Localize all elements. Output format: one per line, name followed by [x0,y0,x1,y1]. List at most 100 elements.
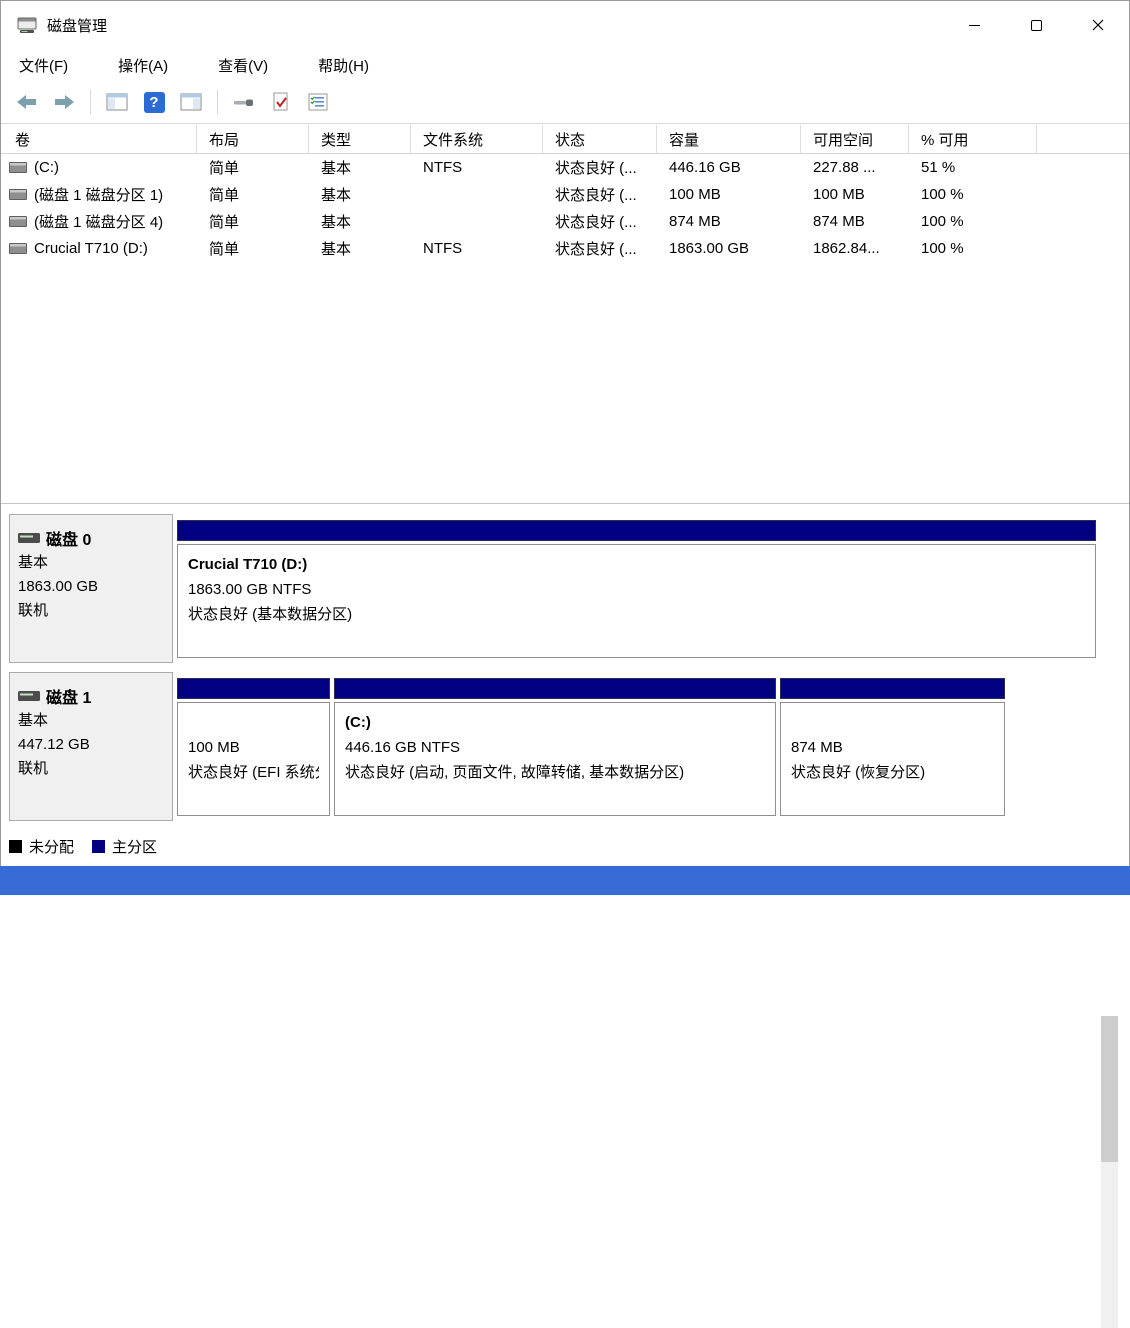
graphical-disk-pane: 磁盘 0 基本 1863.00 GB 联机 Crucial T710 (D:) … [1,504,1129,831]
column-header-status[interactable]: 状态 [543,125,657,153]
percentfree-cell: 100 % [909,235,1037,262]
layout-cell: 简单 [197,208,309,235]
partition-c[interactable]: (C:) 446.16 GB NTFS 状态良好 (启动, 页面文件, 故障转储… [334,678,776,821]
capacity-cell: 874 MB [657,208,801,235]
partition-body: Crucial T710 (D:) 1863.00 GB NTFS 状态良好 (… [177,544,1096,658]
table-row[interactable]: Crucial T710 (D:) 简单 基本 NTFS 状态良好 (... 1… [1,235,1129,262]
toolbar-separator [217,90,218,114]
window-controls [943,1,1129,49]
table-row[interactable]: (磁盘 1 磁盘分区 1) 简单 基本 状态良好 (... 100 MB 100… [1,181,1129,208]
disk-icon [18,689,40,703]
partition-status: 状态良好 (启动, 页面文件, 故障转储, 基本数据分区) [345,760,765,785]
legend-label: 主分区 [112,836,157,857]
partition-body: 874 MB 状态良好 (恢复分区) [780,702,1005,816]
partition-name [791,710,994,735]
minimize-button[interactable] [943,1,1005,49]
partition-efi[interactable]: 100 MB 状态良好 (EFI 系统分区) [177,678,330,821]
action-pane-icon [180,93,202,111]
partition-body: 100 MB 状态良好 (EFI 系统分区) [177,702,330,816]
partition-recovery[interactable]: 874 MB 状态良好 (恢复分区) [780,678,1005,821]
legend-item-primary: 主分区 [92,836,157,857]
disk-state: 联机 [18,599,164,623]
scrollbar-thumb[interactable] [1101,1016,1118,1162]
type-cell: 基本 [309,181,411,208]
partition-color-bar [780,678,1005,699]
column-header-filler [1037,125,1129,153]
console-tree-button[interactable] [101,86,133,118]
percentfree-cell: 100 % [909,208,1037,235]
capacity-cell: 100 MB [657,181,801,208]
status-cell: 状态良好 (... [543,181,657,208]
volume-icon [9,162,27,173]
partition-color-bar [177,678,330,699]
freespace-cell: 227.88 ... [801,154,909,181]
disk-icon [18,531,40,545]
column-header-volume[interactable]: 卷 [1,125,197,153]
forward-button[interactable] [48,86,80,118]
close-button[interactable] [1067,1,1129,49]
check-document-button[interactable] [265,86,297,118]
legend-label: 未分配 [29,836,74,857]
layout-cell: 简单 [197,154,309,181]
column-header-freespace[interactable]: 可用空间 [801,125,909,153]
window-title: 磁盘管理 [47,15,107,36]
menu-help[interactable]: 帮助(H) [306,51,381,80]
volume-name: (磁盘 1 磁盘分区 4) [34,211,163,232]
app-icon [17,17,37,34]
taskbar-strip [0,866,1130,895]
menu-view[interactable]: 查看(V) [206,51,280,80]
volume-name: (C:) [34,159,59,176]
back-button[interactable] [11,86,43,118]
tool-button[interactable] [228,86,260,118]
vertical-scrollbar[interactable] [1101,1016,1118,1328]
partition-size: 874 MB [791,735,994,760]
volume-name: (磁盘 1 磁盘分区 1) [34,184,163,205]
table-row[interactable]: (磁盘 1 磁盘分区 4) 简单 基本 状态良好 (... 874 MB 874… [1,208,1129,235]
volume-name: Crucial T710 (D:) [34,240,148,257]
help-button[interactable]: ? [138,86,170,118]
maximize-button[interactable] [1005,1,1067,49]
filesystem-cell: NTFS [411,154,543,181]
partition-size: 100 MB [188,735,319,760]
forward-arrow-icon [52,92,76,112]
volume-table-header: 卷 布局 类型 文件系统 状态 容量 可用空间 % 可用 [1,125,1129,154]
freespace-cell: 874 MB [801,208,909,235]
legend-item-unallocated: 未分配 [9,836,74,857]
column-header-filesystem[interactable]: 文件系统 [411,125,543,153]
table-row[interactable]: (C:) 简单 基本 NTFS 状态良好 (... 446.16 GB 227.… [1,154,1129,181]
disk-0-label[interactable]: 磁盘 0 基本 1863.00 GB 联机 [9,514,173,663]
disk-type: 基本 [18,551,164,575]
column-header-layout[interactable]: 布局 [197,125,309,153]
partition-status: 状态良好 (恢复分区) [791,760,994,785]
disk-size: 447.12 GB [18,733,164,757]
partition-d[interactable]: Crucial T710 (D:) 1863.00 GB NTFS 状态良好 (… [177,520,1096,663]
menubar: 文件(F) 操作(A) 查看(V) 帮助(H) [1,49,1129,81]
partition-size: 1863.00 GB NTFS [188,577,1085,602]
type-cell: 基本 [309,154,411,181]
action-pane-button[interactable] [175,86,207,118]
layout-cell: 简单 [197,235,309,262]
maximize-icon [1031,20,1042,31]
disk-1-partitions: 100 MB 状态良好 (EFI 系统分区) (C:) 446.16 GB NT… [177,672,1096,821]
partition-name: (C:) [345,710,765,735]
menu-file[interactable]: 文件(F) [7,51,80,80]
type-cell: 基本 [309,208,411,235]
column-header-type[interactable]: 类型 [309,125,411,153]
filesystem-cell [411,181,543,208]
layout-cell: 简单 [197,181,309,208]
minimize-icon [969,25,980,26]
check-document-icon [272,92,290,112]
status-cell: 状态良好 (... [543,235,657,262]
freespace-cell: 100 MB [801,181,909,208]
column-header-percentfree[interactable]: % 可用 [909,125,1037,153]
percentfree-cell: 51 % [909,154,1037,181]
capacity-cell: 446.16 GB [657,154,801,181]
filesystem-cell: NTFS [411,235,543,262]
toolbar: ? [1,81,1129,124]
disk-1-label[interactable]: 磁盘 1 基本 447.12 GB 联机 [9,672,173,821]
partition-body: (C:) 446.16 GB NTFS 状态良好 (启动, 页面文件, 故障转储… [334,702,776,816]
menu-action[interactable]: 操作(A) [106,51,180,80]
properties-list-button[interactable] [302,86,334,118]
column-header-capacity[interactable]: 容量 [657,125,801,153]
disk-row-1: 磁盘 1 基本 447.12 GB 联机 100 MB 状态良好 (EFI 系统… [9,672,1096,821]
